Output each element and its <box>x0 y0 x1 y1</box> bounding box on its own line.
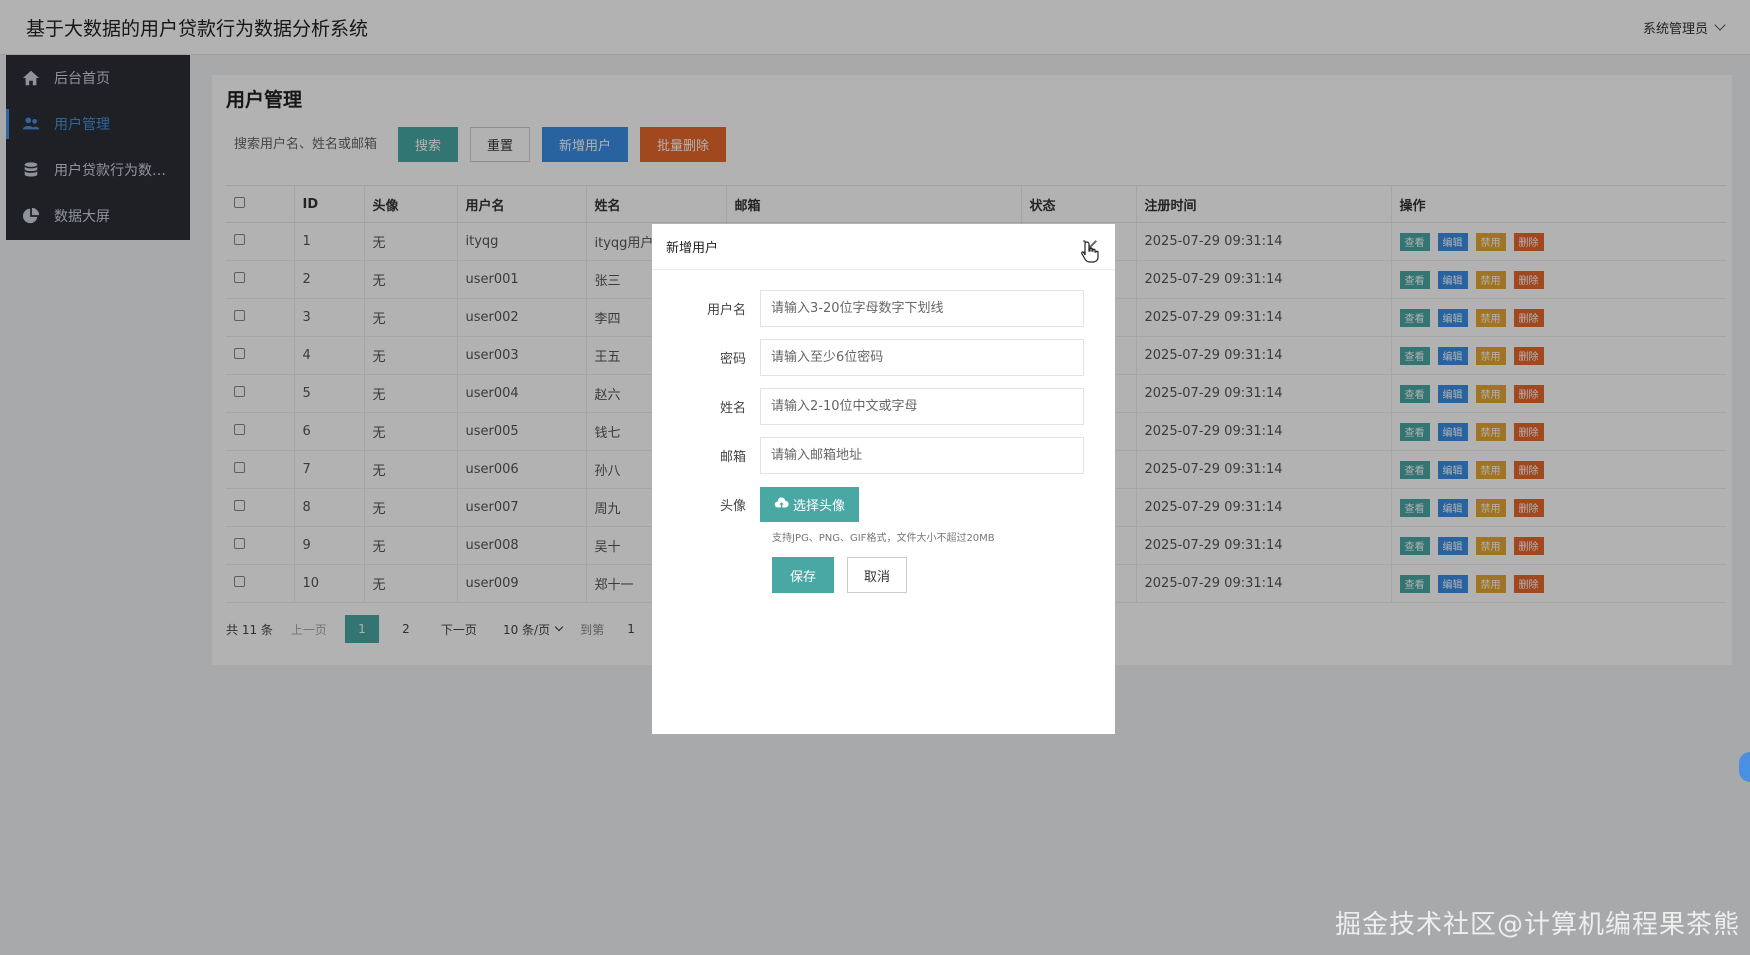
form-row-username: 用户名 <box>652 290 1115 327</box>
user-form: 用户名 密码 姓名 邮箱 头像 选择头像 支持JPG、PNG、GIF格式，文件大… <box>652 290 1115 593</box>
username-field[interactable] <box>760 290 1084 327</box>
form-row-password: 密码 <box>652 339 1115 376</box>
floating-tab[interactable] <box>1739 752 1750 782</box>
choose-avatar-label: 选择头像 <box>793 499 846 514</box>
upload-hint: 支持JPG、PNG、GIF格式，文件大小不超过20MB <box>772 533 995 544</box>
dialog-title: 新增用户 <box>666 241 719 256</box>
field-label: 密码 <box>719 352 746 367</box>
save-button[interactable]: 保存 <box>772 557 834 593</box>
watermark: 掘金技术社区@计算机编程果茶熊 <box>1334 910 1740 940</box>
form-row-email: 邮箱 <box>652 437 1115 474</box>
password-field[interactable] <box>760 339 1084 376</box>
name-field[interactable] <box>760 388 1084 425</box>
field-label: 姓名 <box>719 401 746 416</box>
add-user-dialog: 新增用户 用户名 密码 姓名 邮箱 头像 选择头像 支持JPG、PNG、GIF格… <box>652 224 1115 734</box>
cloud-upload-icon <box>774 496 789 513</box>
hand-cursor-icon <box>1081 241 1099 263</box>
field-label: 用户名 <box>706 303 746 318</box>
dialog-actions: 保存 取消 <box>772 557 1115 593</box>
field-label: 头像 <box>719 499 746 514</box>
field-label: 邮箱 <box>719 450 746 465</box>
choose-avatar-button[interactable]: 选择头像 <box>760 487 860 522</box>
email-field[interactable] <box>760 437 1084 474</box>
dialog-header: 新增用户 <box>652 224 1115 270</box>
form-row-avatar: 头像 选择头像 <box>652 486 1115 523</box>
cancel-button[interactable]: 取消 <box>847 557 907 593</box>
form-row-name: 姓名 <box>652 388 1115 425</box>
